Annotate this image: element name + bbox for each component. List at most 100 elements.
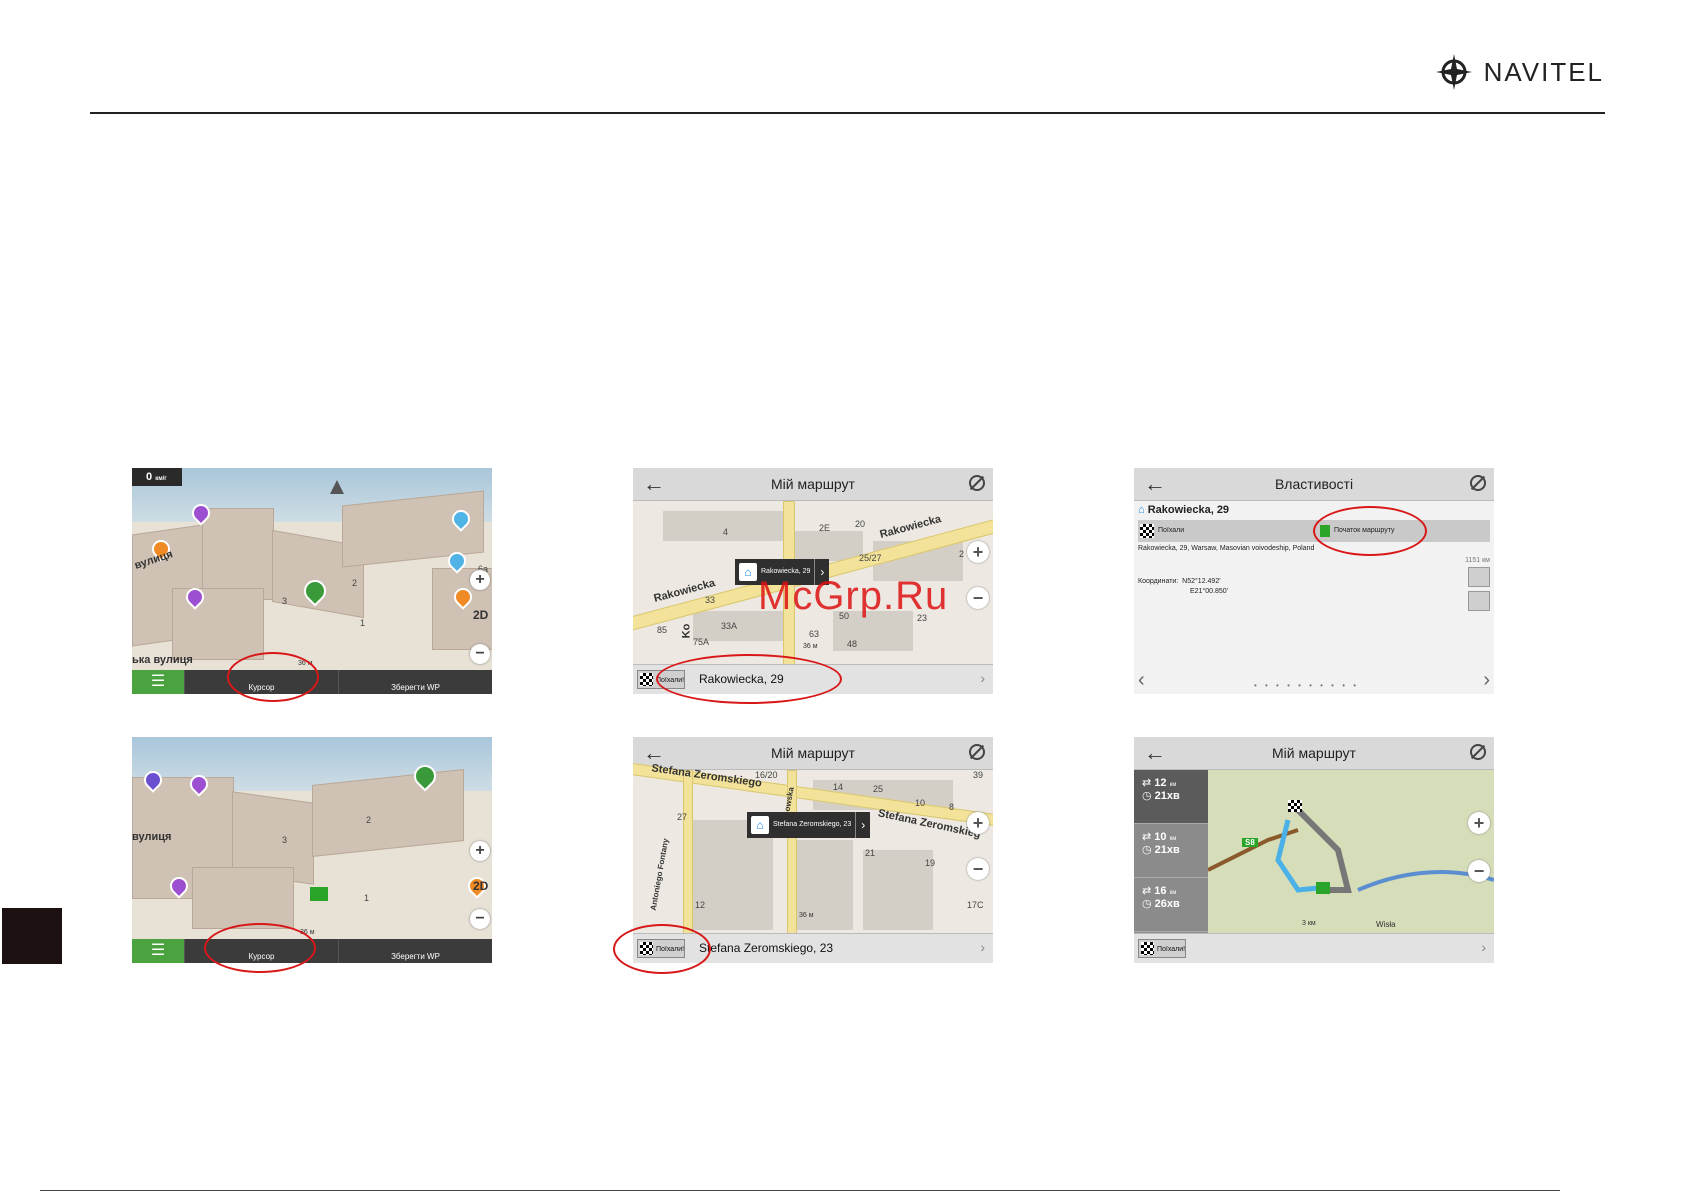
brand-logo: NAVITEL (1434, 52, 1604, 92)
chevron-right-icon[interactable]: › (980, 670, 985, 686)
house-number: 2 (959, 549, 965, 559)
footer-rule (40, 1190, 1560, 1191)
go-button[interactable]: Поїхали (1140, 523, 1184, 539)
poi-name: ⌂ Rakowiecka, 29 (1138, 504, 1229, 516)
zoom-in-button[interactable]: + (470, 570, 490, 590)
gps-off-icon[interactable] (969, 744, 985, 760)
screenshot-route-options: ← Мій маршрут ⇄ 12 км ◷ 21хв ⇄ 10 км ◷ 2… (1134, 737, 1494, 963)
callout-label: Stefana Zeromskiego, 23 (773, 821, 852, 828)
destination-address[interactable]: Stefana Zeromskiego, 23 (699, 941, 833, 955)
chevron-right-icon[interactable]: › (1481, 939, 1486, 955)
page-tab-marker (2, 908, 62, 964)
screen-title: Мій маршрут (771, 745, 855, 761)
top-bar: ← Мій маршрут (633, 468, 993, 501)
route-option[interactable]: ⇄ 16 км ◷ 26хв (1134, 878, 1208, 932)
latitude: N52°12.492' (1182, 578, 1221, 585)
house-number: 4 (723, 527, 729, 537)
next-page-icon[interactable]: › (1483, 669, 1490, 692)
go-button[interactable]: Поїхали! (1138, 939, 1186, 958)
house-number: 1 (360, 618, 366, 628)
screenshot-properties: ← Властивості ⌂ Rakowiecka, 29 Поїхали П… (1134, 468, 1494, 694)
gps-off-icon[interactable] (1470, 744, 1486, 760)
house-number: 8 (949, 802, 955, 812)
house-number: 10 (915, 798, 926, 808)
route-time-value: 21хв (1154, 790, 1180, 802)
coords-label: Координати: (1138, 578, 1179, 585)
map-2d[interactable]: Stefana Zeromskiego Stefana Zeromskieg A… (633, 762, 993, 942)
zoom-out-button[interactable]: − (967, 858, 989, 880)
house-number: 63 (809, 629, 820, 639)
mode-2d-button[interactable]: 2D (473, 608, 488, 622)
building (202, 508, 274, 600)
house-number: 48 (847, 639, 858, 649)
route-option[interactable]: ⇄ 12 км ◷ 21хв (1134, 770, 1208, 824)
longitude: E21°00.850' (1190, 588, 1229, 595)
gps-off-icon[interactable] (969, 475, 985, 491)
zoom-in-button[interactable]: + (967, 812, 989, 834)
route-time-value: 21хв (1154, 844, 1180, 856)
screenshot-3d-map-1: 0 км/г вулиця ька вулиця 3 2 1 6а + 2D −… (132, 468, 492, 694)
street-label: вулиця (132, 831, 172, 843)
zoom-out-button[interactable]: − (1468, 860, 1490, 882)
route-distance: ⇄ 16 км (1142, 885, 1177, 897)
chevron-right-icon[interactable]: › (855, 812, 870, 838)
save-wp-button[interactable]: Зберегти WP (338, 670, 492, 694)
brand-name: NAVITEL (1483, 56, 1604, 87)
house-number: 25/27 (859, 553, 882, 563)
route-time-value: 26хв (1154, 898, 1180, 910)
add-waypoint-icon[interactable] (1468, 591, 1490, 611)
chevron-right-icon[interactable]: › (980, 939, 985, 955)
zoom-in-button[interactable]: + (967, 541, 989, 563)
menu-button[interactable]: ☰ (132, 670, 184, 694)
menu-button[interactable]: ☰ (132, 939, 184, 963)
save-wp-button[interactable]: Зберегти WP (338, 939, 492, 963)
route-distance-value: 12 (1154, 777, 1167, 789)
home-icon: ⌂ (739, 563, 757, 581)
route-distance-unit: км (1169, 782, 1177, 788)
speed-value: 0 (146, 471, 153, 483)
bottom-bar: Поїхали! › (1134, 933, 1494, 963)
home-icon: ⌂ (751, 816, 769, 834)
screen-title: Мій маршрут (1272, 745, 1356, 761)
zoom-in-button[interactable]: + (470, 841, 490, 861)
screen-title: Мій маршрут (771, 476, 855, 492)
compass-icon[interactable] (330, 480, 344, 494)
road-badge: S8 (1242, 838, 1258, 847)
mode-2d-button[interactable]: 2D (473, 879, 488, 893)
home-icon: ⌂ (1138, 504, 1145, 516)
house-number: 17C (967, 900, 984, 910)
street-label: Ko (680, 623, 693, 639)
gps-off-icon[interactable] (1470, 475, 1486, 491)
building (192, 867, 294, 929)
house-number: 33A (721, 621, 738, 631)
full-address: Rakowiecka, 29, Warsaw, Masovian voivode… (1138, 545, 1315, 552)
scale-label: 36 м (803, 643, 818, 650)
download-icon[interactable] (1468, 567, 1490, 587)
watermark-text: McGrp.Ru (758, 574, 949, 618)
coordinates: Координати: N52°12.492' E21°00.850' (1138, 577, 1228, 597)
route-time: ◷ 26хв (1142, 898, 1180, 910)
prev-page-icon[interactable]: ‹ (1138, 669, 1145, 692)
house-number: 12 (695, 900, 706, 910)
route-option[interactable]: ⇄ 10 км ◷ 21хв (1134, 824, 1208, 878)
top-bar: ← Мій маршрут (633, 737, 993, 770)
route-distance: ⇄ 12 км (1142, 777, 1177, 789)
route-overview-map[interactable]: S8 Wisła 3 км + − (1207, 770, 1494, 934)
highlight-circle (1313, 506, 1427, 556)
start-flag-icon[interactable] (310, 887, 328, 901)
zoom-out-button[interactable]: − (470, 644, 490, 664)
start-flag-icon (1316, 882, 1330, 894)
house-number: 1 (364, 893, 370, 903)
navitel-star-icon (1435, 54, 1472, 90)
route-time: ◷ 21хв (1142, 844, 1180, 856)
route-distance-unit: км (1169, 836, 1177, 842)
house-number: 21 (865, 848, 876, 858)
route-distance-value: 16 (1154, 885, 1167, 897)
scale-label: 3 км (1302, 920, 1316, 927)
address-callout[interactable]: ⌂ Stefana Zeromskiego, 23 › (747, 812, 871, 838)
zoom-out-button[interactable]: − (470, 909, 490, 929)
zoom-in-button[interactable]: + (1468, 812, 1490, 834)
zoom-out-button[interactable]: − (967, 587, 989, 609)
river-label: Wisła (1376, 920, 1396, 929)
highlight-circle (656, 654, 842, 704)
